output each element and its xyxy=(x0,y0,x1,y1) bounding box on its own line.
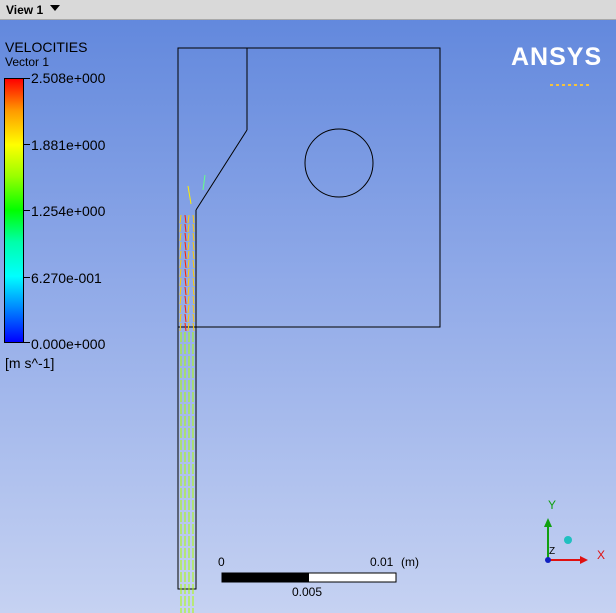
velocity-vector xyxy=(187,241,190,251)
velocity-vector xyxy=(179,241,182,251)
velocity-vector xyxy=(184,295,187,305)
velocity-vector xyxy=(192,250,195,260)
velocity-vector xyxy=(187,286,190,296)
scale-label-mid: 0.005 xyxy=(292,585,323,599)
velocity-vector xyxy=(184,313,187,323)
velocity-vector xyxy=(187,223,190,233)
velocity-vector xyxy=(184,241,187,251)
velocity-vector xyxy=(179,277,182,287)
velocity-vector xyxy=(187,268,190,278)
x-axis-label: X xyxy=(597,548,606,562)
velocity-vector xyxy=(192,259,195,269)
scale-label-start: 0 xyxy=(218,555,225,569)
baffle-diagonal-edge xyxy=(195,129,248,211)
y-axis-arrow-icon xyxy=(544,518,552,527)
velocity-vector xyxy=(184,223,187,233)
velocity-vector xyxy=(192,232,195,242)
velocity-vector xyxy=(192,304,195,314)
velocity-vector xyxy=(184,286,187,296)
velocity-vector xyxy=(187,259,190,269)
velocity-vector xyxy=(192,322,195,332)
chamber-outline xyxy=(177,47,441,328)
scale-bar xyxy=(221,572,397,583)
domain-outline xyxy=(177,47,441,590)
velocity-vector xyxy=(187,185,192,205)
velocity-vector xyxy=(184,232,187,242)
view-direction-icon xyxy=(564,536,572,544)
velocity-vector xyxy=(184,277,187,287)
velocity-vector xyxy=(184,304,187,314)
velocity-vectors xyxy=(179,174,206,613)
velocity-vector xyxy=(184,214,187,224)
velocity-vector xyxy=(184,322,187,332)
velocity-vector xyxy=(184,250,187,260)
z-axis-label: Z xyxy=(549,546,556,557)
velocity-vector xyxy=(187,295,190,305)
velocity-vector xyxy=(179,259,182,269)
velocity-vector xyxy=(187,313,190,323)
velocity-vector xyxy=(187,250,190,260)
velocity-vector xyxy=(179,295,182,305)
x-axis-arrow-icon xyxy=(580,556,588,564)
velocity-vector xyxy=(192,241,195,251)
velocity-vector xyxy=(179,313,182,323)
velocity-vector xyxy=(184,268,187,278)
3d-viewport[interactable]: View 1 VELOCITIES Vector 1 2.508e+000 1.… xyxy=(0,0,616,613)
velocity-vector xyxy=(179,223,182,233)
scale-unit: (m) xyxy=(401,555,419,569)
velocity-vector xyxy=(179,322,182,332)
velocity-vector xyxy=(179,214,182,224)
velocity-vector xyxy=(179,250,182,260)
axis-triad xyxy=(544,518,588,564)
velocity-vector xyxy=(192,214,195,224)
velocity-vector xyxy=(192,313,195,323)
velocity-vector xyxy=(187,322,190,332)
velocity-vector xyxy=(192,223,195,233)
y-axis-label: Y xyxy=(548,498,557,512)
velocity-vector xyxy=(192,286,195,296)
scale-label-end: 0.01 xyxy=(370,555,394,569)
scale-bar-filled-half xyxy=(222,573,309,582)
velocity-vector xyxy=(192,277,195,287)
geometry-canvas xyxy=(177,47,588,613)
cylinder-obstacle xyxy=(304,128,374,198)
velocity-vector xyxy=(179,286,182,296)
velocity-vector xyxy=(187,277,190,287)
velocity-vector xyxy=(187,232,190,242)
velocity-vector xyxy=(202,174,206,191)
velocity-vector xyxy=(184,259,187,269)
velocity-vector xyxy=(179,268,182,278)
velocity-vector xyxy=(192,295,195,305)
velocity-vector xyxy=(187,304,190,314)
velocity-vector xyxy=(187,214,190,224)
velocity-vector xyxy=(179,304,182,314)
velocity-vector xyxy=(179,232,182,242)
velocity-vector xyxy=(192,268,195,278)
z-axis-dot-icon xyxy=(545,557,551,563)
